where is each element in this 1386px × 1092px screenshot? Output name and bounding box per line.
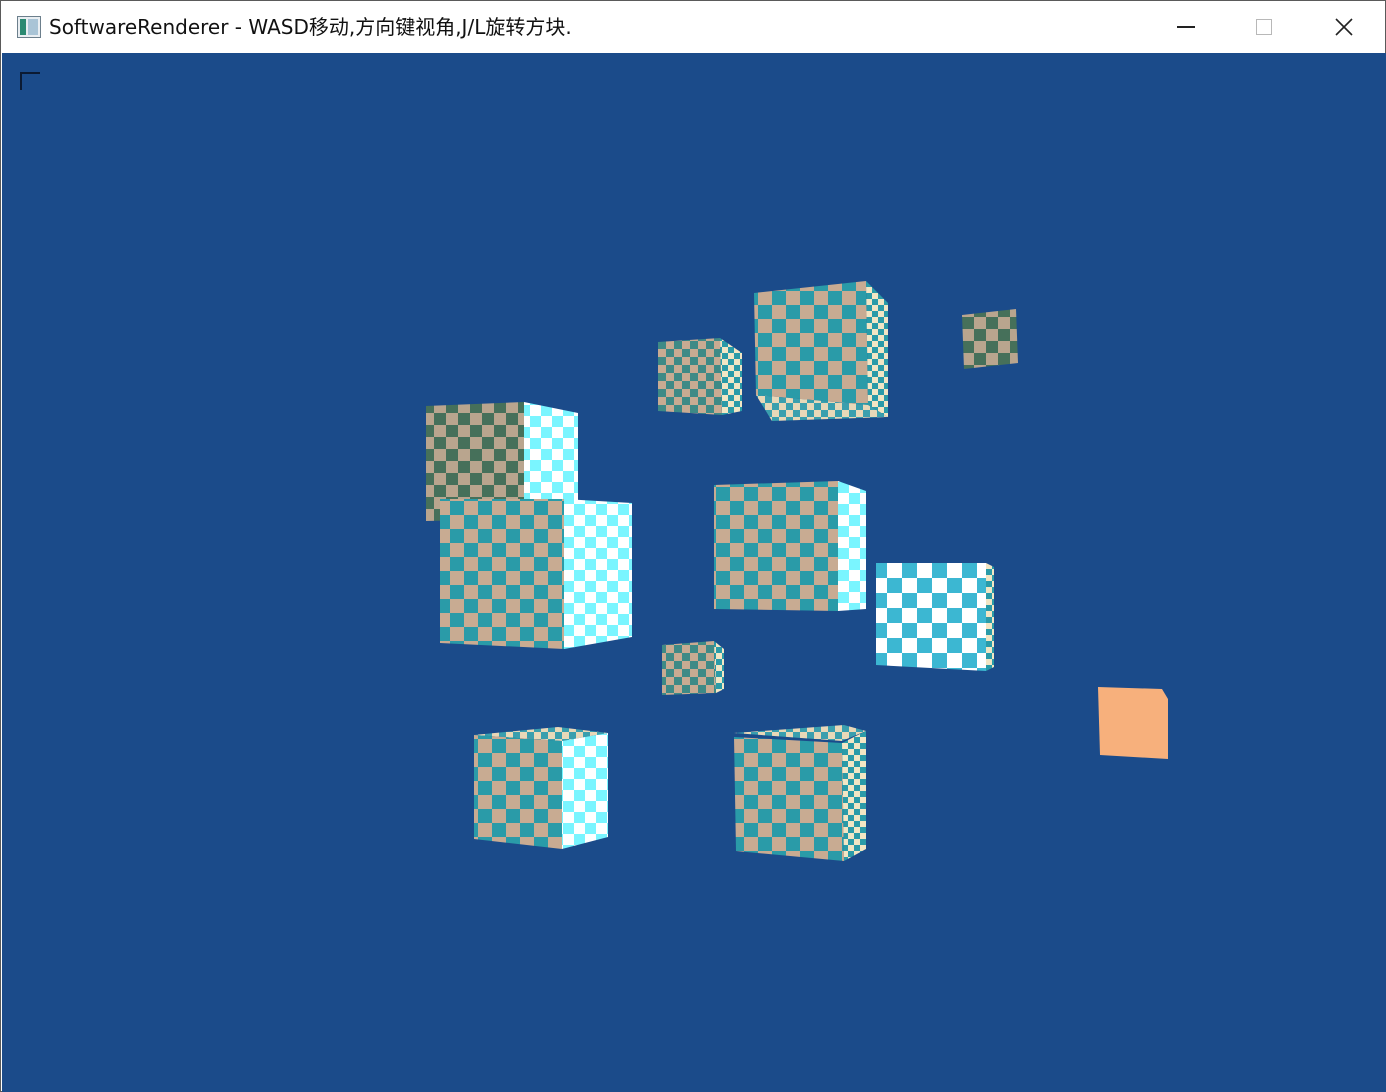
cube-top-small[interactable] [658,338,742,415]
maximize-button[interactable] [1225,1,1303,53]
application-window: SoftwareRenderer - WASD移动,方向键视角,J/L旋转方块. [0,0,1386,1092]
window-title: SoftwareRenderer - WASD移动,方向键视角,J/L旋转方块. [49,15,572,39]
minimize-icon [1177,26,1195,28]
close-icon [1335,18,1353,36]
title-bar[interactable]: SoftwareRenderer - WASD移动,方向键视角,J/L旋转方块. [1,1,1385,53]
cube-salmon[interactable] [1098,687,1168,759]
close-button[interactable] [1305,1,1383,53]
minimize-button[interactable] [1147,1,1225,53]
maximize-icon [1256,19,1272,35]
cube-far-right[interactable] [962,309,1018,369]
3d-scene [426,281,1168,861]
render-viewport[interactable] [2,53,1386,1092]
cube-small-middle[interactable] [662,641,724,695]
app-window-icon[interactable] [17,16,41,38]
cube-center[interactable] [714,481,866,611]
cube-top-large[interactable] [754,281,888,421]
cube-bottom-center[interactable] [734,725,866,861]
cube-right-blue[interactable] [876,563,994,671]
cube-left-large[interactable] [440,499,632,649]
cube-bottom-left[interactable] [474,727,608,849]
